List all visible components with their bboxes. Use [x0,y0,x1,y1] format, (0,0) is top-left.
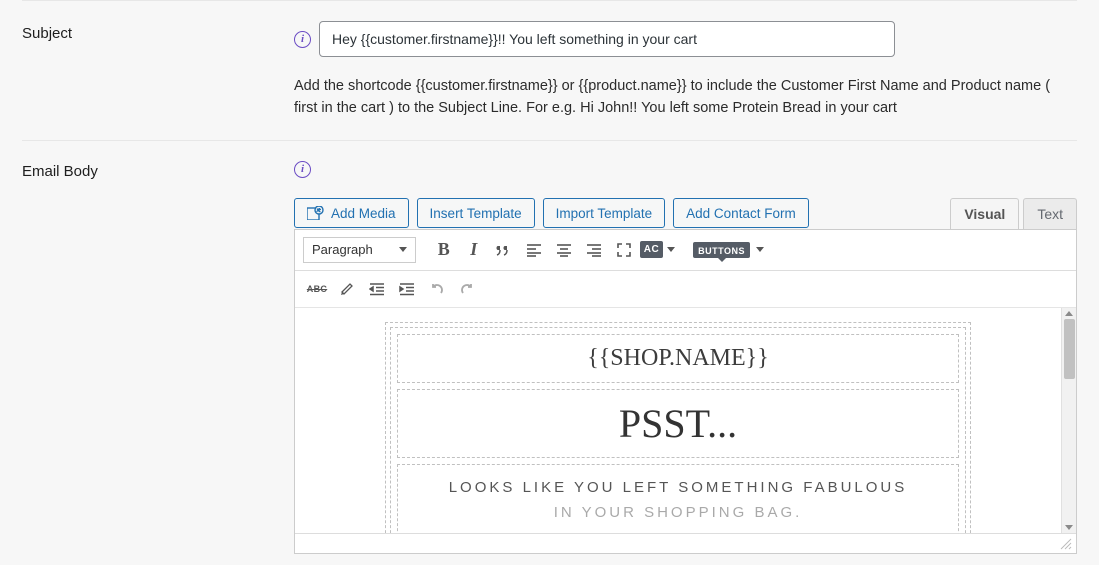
scroll-thumb[interactable] [1064,319,1075,379]
tab-visual[interactable]: Visual [950,198,1019,229]
insert-template-label: Insert Template [430,206,522,221]
template-shop-name: {{SHOP.NAME}} [587,345,768,371]
ac-shortcode-button[interactable]: AC [640,236,675,264]
subject-label: Subject [22,21,294,120]
tab-text[interactable]: Text [1023,198,1077,229]
strikethrough-button[interactable]: ABC [303,275,331,303]
indent-button[interactable] [393,275,421,303]
align-right-button[interactable] [580,236,608,264]
format-select-label: Paragraph [312,242,373,257]
add-media-label: Add Media [331,206,396,221]
scroll-up-icon[interactable] [1065,311,1073,316]
italic-button[interactable]: I [460,236,488,264]
add-media-button[interactable]: Add Media [294,198,409,228]
align-center-button[interactable] [550,236,578,264]
import-template-label: Import Template [556,206,653,221]
ac-badge: AC [640,241,663,258]
rich-text-editor: Paragraph B I [294,229,1077,554]
chevron-down-icon [667,247,675,252]
align-left-button[interactable] [520,236,548,264]
info-icon[interactable]: i [294,31,311,48]
buttons-dropdown[interactable]: BUTTONS [693,236,764,264]
resize-handle[interactable] [1058,536,1072,550]
insert-template-button[interactable]: Insert Template [417,198,535,228]
template-line-1: LOOKS LIKE YOU LEFT SOMETHING FABULOUS [406,475,950,501]
abc-label: ABC [307,284,327,294]
add-contact-form-label: Add Contact Form [686,206,796,221]
add-contact-form-button[interactable]: Add Contact Form [673,198,809,228]
template-line-2: IN YOUR SHOPPING BAG. [406,500,950,526]
editor-canvas[interactable]: {{SHOP.NAME}} PSST... LOOKS LIKE YOU LEF… [295,308,1061,533]
editor-scrollbar[interactable] [1061,308,1076,533]
media-icon [307,206,325,220]
subject-help-text: Add the shortcode {{customer.firstname}}… [294,75,1074,120]
bold-button[interactable]: B [430,236,458,264]
buttons-badge: BUTTONS [693,242,750,258]
email-body-row: Email Body i [0,141,1099,565]
outdent-button[interactable] [363,275,391,303]
info-icon[interactable]: i [294,161,311,178]
blockquote-button[interactable] [490,236,518,264]
subject-input[interactable] [319,21,895,57]
chevron-down-icon [399,247,407,252]
chevron-down-icon [756,247,764,252]
format-select[interactable]: Paragraph [303,237,416,263]
email-body-label: Email Body [22,159,294,554]
template-headline: PSST... [619,401,737,446]
redo-button[interactable] [453,275,481,303]
undo-button[interactable] [423,275,451,303]
scroll-down-icon[interactable] [1065,525,1073,530]
fullscreen-button[interactable] [610,236,638,264]
clear-formatting-button[interactable] [333,275,361,303]
import-template-button[interactable]: Import Template [543,198,666,228]
subject-row: Subject i Add the shortcode {{customer.f… [0,1,1099,140]
